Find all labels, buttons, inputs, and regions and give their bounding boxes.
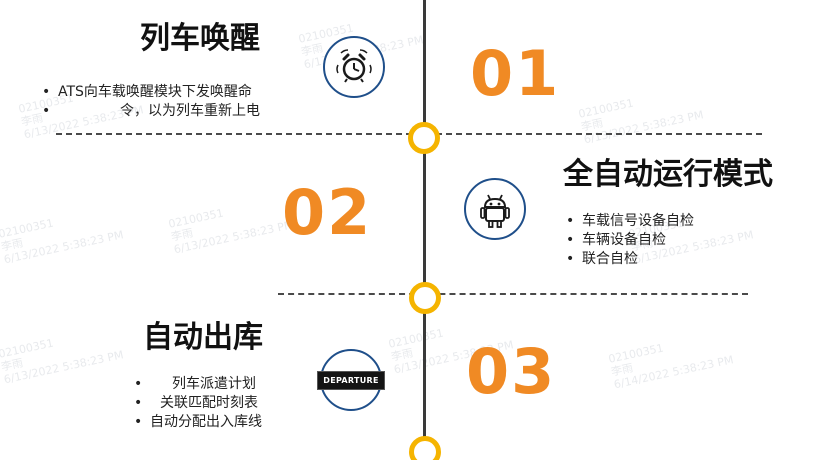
list-item-continued: 令，以为列车重新上电: [42, 102, 260, 121]
list-item: 车辆设备自检: [566, 231, 694, 250]
list-item: 联合自检: [566, 250, 694, 269]
timeline-node-2: [409, 282, 441, 314]
departure-sign-icon: DEPARTURE: [317, 370, 385, 390]
list-item: 关联匹配时刻表: [134, 394, 262, 413]
step-1-number: 01: [470, 37, 561, 110]
step-3-bullets: 列车派遣计划 关联匹配时刻表 自动分配出入库线: [134, 375, 262, 432]
watermark: 02100351李雨6/13/2022 5:38:23 PM: [577, 96, 705, 147]
watermark: 02100351李雨6/13/2022 5:38:23 PM: [167, 206, 295, 257]
step-3-icon-badge: DEPARTURE: [317, 349, 385, 411]
step-1-icon-badge: [323, 36, 385, 98]
step-3-number: 03: [466, 335, 557, 408]
alarm-clock-icon: [336, 49, 372, 83]
timeline-node-3: [409, 436, 441, 460]
step-2-bullets: 车载信号设备自检 车辆设备自检 联合自检: [566, 212, 694, 269]
step-1-bullets: ATS向车载唤醒模块下发唤醒命 令，以为列车重新上电: [42, 83, 260, 121]
step-2-icon-badge: [464, 178, 526, 240]
step-2-title: 全自动运行模式: [563, 157, 773, 192]
timeline-line: [423, 0, 426, 460]
watermark: 02100351 李雨 6/14/2022 5:38:23 PM: [607, 341, 735, 392]
list-item: 自动分配出入库线: [134, 413, 262, 432]
list-item: 列车派遣计划: [134, 375, 262, 394]
watermark: 02100351李雨6/13/2022 5:38:23 PM: [0, 216, 125, 267]
step-1-title: 列车唤醒: [140, 21, 260, 56]
step-2-number: 02: [282, 176, 373, 249]
timeline-node-1: [408, 122, 440, 154]
robot-icon: [480, 194, 510, 228]
watermark: 02100351李雨6/13/2022 5:38:23 PM: [0, 336, 125, 387]
timeline-slide: 02100351 李雨 6/13/2022 5:38:23 PM 02100351 李…: [0, 0, 831, 460]
list-item: ATS向车载唤醒模块下发唤醒命: [42, 83, 260, 102]
list-item: 车载信号设备自检: [566, 212, 694, 231]
separator-2: [278, 293, 748, 295]
step-3-title: 自动出库: [143, 320, 263, 355]
